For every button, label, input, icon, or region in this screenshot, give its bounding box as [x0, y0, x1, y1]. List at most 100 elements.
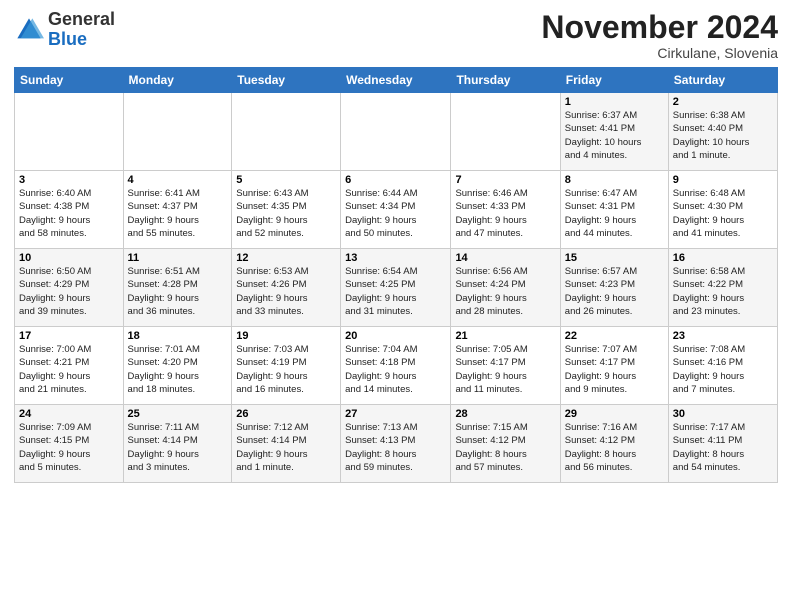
calendar-cell — [341, 93, 451, 171]
day-info: Sunrise: 6:48 AM Sunset: 4:30 PM Dayligh… — [673, 187, 773, 240]
day-info: Sunrise: 7:08 AM Sunset: 4:16 PM Dayligh… — [673, 343, 773, 396]
day-info: Sunrise: 6:38 AM Sunset: 4:40 PM Dayligh… — [673, 109, 773, 162]
page: General Blue November 2024 Cirkulane, Sl… — [0, 0, 792, 612]
calendar-cell: 29Sunrise: 7:16 AM Sunset: 4:12 PM Dayli… — [560, 405, 668, 483]
calendar-cell — [123, 93, 232, 171]
calendar-cell: 8Sunrise: 6:47 AM Sunset: 4:31 PM Daylig… — [560, 171, 668, 249]
calendar-cell: 24Sunrise: 7:09 AM Sunset: 4:15 PM Dayli… — [15, 405, 124, 483]
col-thursday: Thursday — [451, 68, 560, 93]
location: Cirkulane, Slovenia — [541, 45, 778, 61]
day-info: Sunrise: 6:50 AM Sunset: 4:29 PM Dayligh… — [19, 265, 119, 318]
title-block: November 2024 Cirkulane, Slovenia — [541, 10, 778, 61]
day-info: Sunrise: 6:44 AM Sunset: 4:34 PM Dayligh… — [345, 187, 446, 240]
logo-general: General — [48, 9, 115, 29]
calendar-cell: 15Sunrise: 6:57 AM Sunset: 4:23 PM Dayli… — [560, 249, 668, 327]
day-info: Sunrise: 7:13 AM Sunset: 4:13 PM Dayligh… — [345, 421, 446, 474]
day-number: 30 — [673, 408, 773, 420]
calendar-cell: 16Sunrise: 6:58 AM Sunset: 4:22 PM Dayli… — [668, 249, 777, 327]
day-number: 20 — [345, 330, 446, 342]
calendar-week-row: 10Sunrise: 6:50 AM Sunset: 4:29 PM Dayli… — [15, 249, 778, 327]
calendar-cell — [15, 93, 124, 171]
day-info: Sunrise: 7:01 AM Sunset: 4:20 PM Dayligh… — [128, 343, 228, 396]
day-info: Sunrise: 6:56 AM Sunset: 4:24 PM Dayligh… — [455, 265, 555, 318]
col-saturday: Saturday — [668, 68, 777, 93]
day-number: 24 — [19, 408, 119, 420]
calendar-week-row: 1Sunrise: 6:37 AM Sunset: 4:41 PM Daylig… — [15, 93, 778, 171]
day-info: Sunrise: 7:04 AM Sunset: 4:18 PM Dayligh… — [345, 343, 446, 396]
col-wednesday: Wednesday — [341, 68, 451, 93]
day-info: Sunrise: 6:46 AM Sunset: 4:33 PM Dayligh… — [455, 187, 555, 240]
calendar-cell: 21Sunrise: 7:05 AM Sunset: 4:17 PM Dayli… — [451, 327, 560, 405]
day-number: 13 — [345, 252, 446, 264]
day-number: 19 — [236, 330, 336, 342]
day-number: 17 — [19, 330, 119, 342]
calendar-cell: 6Sunrise: 6:44 AM Sunset: 4:34 PM Daylig… — [341, 171, 451, 249]
calendar-cell: 18Sunrise: 7:01 AM Sunset: 4:20 PM Dayli… — [123, 327, 232, 405]
calendar-cell: 17Sunrise: 7:00 AM Sunset: 4:21 PM Dayli… — [15, 327, 124, 405]
day-number: 25 — [128, 408, 228, 420]
calendar-cell: 9Sunrise: 6:48 AM Sunset: 4:30 PM Daylig… — [668, 171, 777, 249]
col-friday: Friday — [560, 68, 668, 93]
day-info: Sunrise: 7:11 AM Sunset: 4:14 PM Dayligh… — [128, 421, 228, 474]
day-number: 23 — [673, 330, 773, 342]
day-info: Sunrise: 7:16 AM Sunset: 4:12 PM Dayligh… — [565, 421, 664, 474]
day-number: 2 — [673, 96, 773, 108]
calendar-cell — [232, 93, 341, 171]
calendar-cell: 7Sunrise: 6:46 AM Sunset: 4:33 PM Daylig… — [451, 171, 560, 249]
day-info: Sunrise: 7:05 AM Sunset: 4:17 PM Dayligh… — [455, 343, 555, 396]
day-number: 28 — [455, 408, 555, 420]
day-number: 22 — [565, 330, 664, 342]
calendar-cell: 11Sunrise: 6:51 AM Sunset: 4:28 PM Dayli… — [123, 249, 232, 327]
day-number: 3 — [19, 174, 119, 186]
day-info: Sunrise: 6:47 AM Sunset: 4:31 PM Dayligh… — [565, 187, 664, 240]
header: General Blue November 2024 Cirkulane, Sl… — [14, 10, 778, 61]
logo-text: General Blue — [48, 10, 115, 50]
calendar-cell: 26Sunrise: 7:12 AM Sunset: 4:14 PM Dayli… — [232, 405, 341, 483]
logo-icon — [14, 15, 44, 45]
day-info: Sunrise: 6:51 AM Sunset: 4:28 PM Dayligh… — [128, 265, 228, 318]
day-info: Sunrise: 6:54 AM Sunset: 4:25 PM Dayligh… — [345, 265, 446, 318]
day-number: 21 — [455, 330, 555, 342]
calendar-cell: 10Sunrise: 6:50 AM Sunset: 4:29 PM Dayli… — [15, 249, 124, 327]
day-number: 9 — [673, 174, 773, 186]
col-sunday: Sunday — [15, 68, 124, 93]
calendar-cell: 13Sunrise: 6:54 AM Sunset: 4:25 PM Dayli… — [341, 249, 451, 327]
calendar-week-row: 17Sunrise: 7:00 AM Sunset: 4:21 PM Dayli… — [15, 327, 778, 405]
day-info: Sunrise: 6:37 AM Sunset: 4:41 PM Dayligh… — [565, 109, 664, 162]
day-number: 27 — [345, 408, 446, 420]
day-number: 12 — [236, 252, 336, 264]
calendar-cell: 2Sunrise: 6:38 AM Sunset: 4:40 PM Daylig… — [668, 93, 777, 171]
calendar-cell: 25Sunrise: 7:11 AM Sunset: 4:14 PM Dayli… — [123, 405, 232, 483]
day-number: 14 — [455, 252, 555, 264]
day-number: 4 — [128, 174, 228, 186]
day-number: 15 — [565, 252, 664, 264]
day-number: 11 — [128, 252, 228, 264]
calendar-table: Sunday Monday Tuesday Wednesday Thursday… — [14, 67, 778, 483]
day-info: Sunrise: 6:53 AM Sunset: 4:26 PM Dayligh… — [236, 265, 336, 318]
calendar-cell: 12Sunrise: 6:53 AM Sunset: 4:26 PM Dayli… — [232, 249, 341, 327]
day-info: Sunrise: 6:43 AM Sunset: 4:35 PM Dayligh… — [236, 187, 336, 240]
day-info: Sunrise: 7:09 AM Sunset: 4:15 PM Dayligh… — [19, 421, 119, 474]
calendar-cell: 14Sunrise: 6:56 AM Sunset: 4:24 PM Dayli… — [451, 249, 560, 327]
day-info: Sunrise: 6:58 AM Sunset: 4:22 PM Dayligh… — [673, 265, 773, 318]
day-info: Sunrise: 6:57 AM Sunset: 4:23 PM Dayligh… — [565, 265, 664, 318]
calendar-cell: 19Sunrise: 7:03 AM Sunset: 4:19 PM Dayli… — [232, 327, 341, 405]
day-number: 5 — [236, 174, 336, 186]
calendar-cell: 4Sunrise: 6:41 AM Sunset: 4:37 PM Daylig… — [123, 171, 232, 249]
day-number: 10 — [19, 252, 119, 264]
day-number: 7 — [455, 174, 555, 186]
day-number: 8 — [565, 174, 664, 186]
calendar-cell: 27Sunrise: 7:13 AM Sunset: 4:13 PM Dayli… — [341, 405, 451, 483]
day-info: Sunrise: 7:00 AM Sunset: 4:21 PM Dayligh… — [19, 343, 119, 396]
day-info: Sunrise: 6:40 AM Sunset: 4:38 PM Dayligh… — [19, 187, 119, 240]
day-number: 1 — [565, 96, 664, 108]
calendar-header-row: Sunday Monday Tuesday Wednesday Thursday… — [15, 68, 778, 93]
day-number: 29 — [565, 408, 664, 420]
day-info: Sunrise: 7:07 AM Sunset: 4:17 PM Dayligh… — [565, 343, 664, 396]
day-info: Sunrise: 7:15 AM Sunset: 4:12 PM Dayligh… — [455, 421, 555, 474]
calendar-cell: 28Sunrise: 7:15 AM Sunset: 4:12 PM Dayli… — [451, 405, 560, 483]
calendar-week-row: 3Sunrise: 6:40 AM Sunset: 4:38 PM Daylig… — [15, 171, 778, 249]
col-tuesday: Tuesday — [232, 68, 341, 93]
calendar-cell: 5Sunrise: 6:43 AM Sunset: 4:35 PM Daylig… — [232, 171, 341, 249]
calendar-cell — [451, 93, 560, 171]
